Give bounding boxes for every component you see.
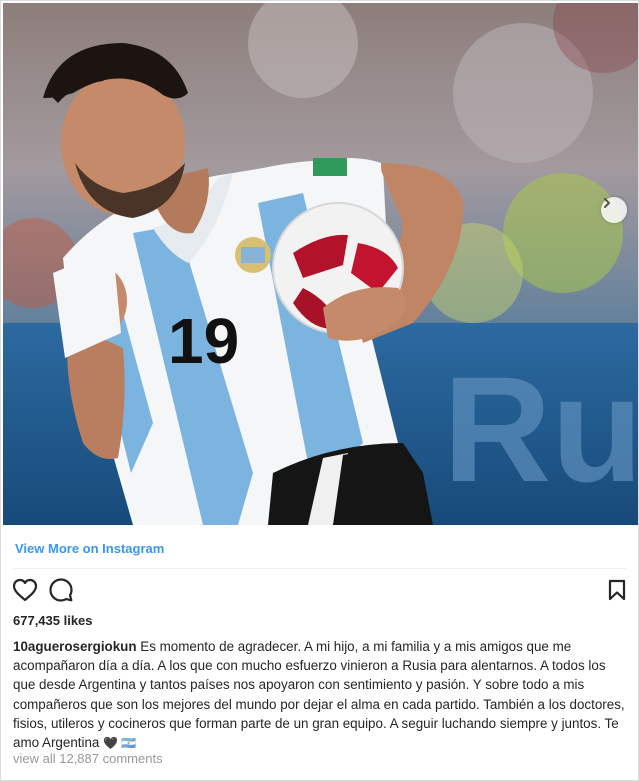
jersey-number: 19 [168,305,239,377]
save-button[interactable] [605,579,629,605]
post-photo[interactable]: Ru 19 [3,3,638,525]
like-count: 677,435 likes [13,613,93,628]
like-button[interactable] [11,578,39,607]
view-more-link[interactable]: View More on Instagram [15,541,164,556]
banner-text: Ru [443,345,638,513]
comment-button[interactable] [47,577,75,608]
heart-icon [12,578,38,607]
post-caption: 10aguerosergiokun Es momento de agradece… [13,637,628,753]
view-all-comments-link[interactable]: view all 12,887 comments [13,751,163,766]
caption-text: Es momento de agradecer. A mi hijo, a mi… [13,639,625,751]
divider [13,568,626,569]
caption-emojis: 🖤 🇦🇷 [103,736,137,751]
instagram-embed: Ru 19 View More on Instagram 677,435 lik… [0,0,639,781]
bookmark-icon [608,579,626,606]
player-illustration: Ru 19 [3,3,638,525]
next-photo-button[interactable] [601,197,627,223]
comment-bubble-icon [48,577,74,608]
username-link[interactable]: 10aguerosergiokun [13,639,137,654]
